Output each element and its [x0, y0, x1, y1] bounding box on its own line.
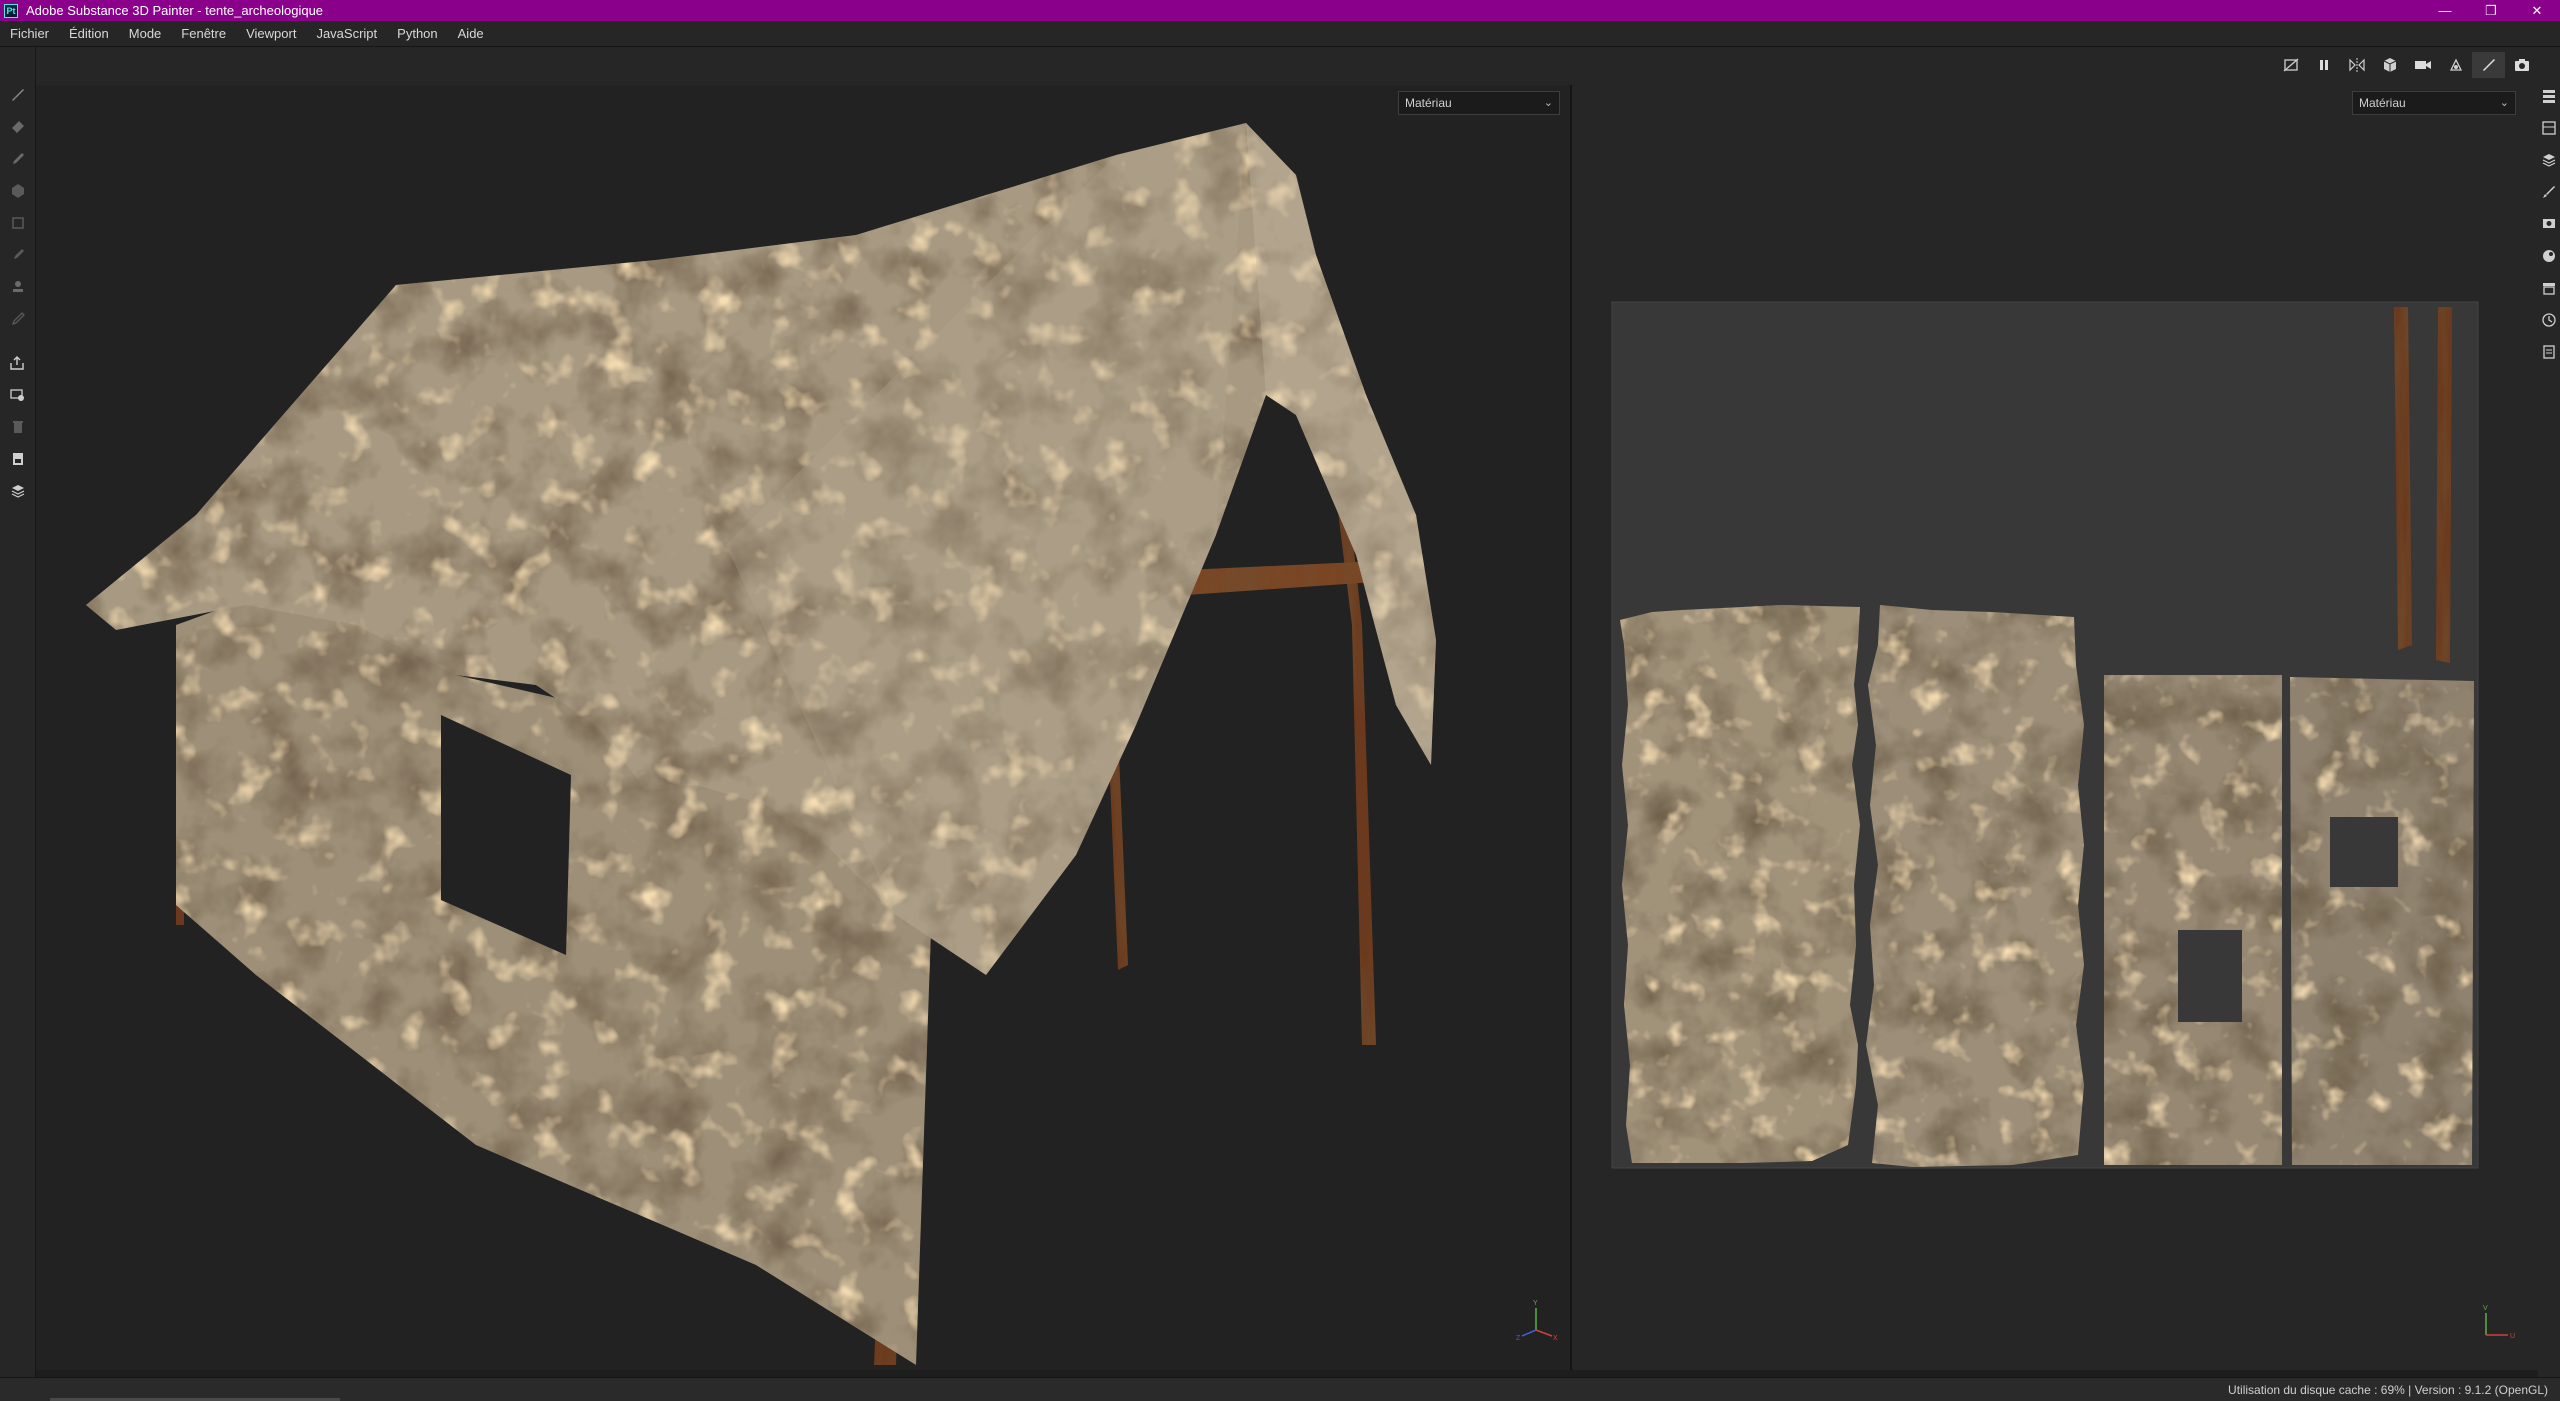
- brush-settings-icon[interactable]: [2540, 183, 2558, 201]
- texture-set-icon[interactable]: [2540, 119, 2558, 137]
- environment-icon[interactable]: [2540, 247, 2558, 265]
- eraser-icon[interactable]: [8, 117, 28, 137]
- chevron-down-icon: ⌄: [1543, 97, 1553, 109]
- window-title: Adobe Substance 3D Painter - tente_arche…: [26, 3, 324, 18]
- bake-export-icon[interactable]: [8, 353, 28, 373]
- menu-fichier[interactable]: Fichier: [0, 26, 59, 41]
- menu-python[interactable]: Python: [387, 26, 447, 41]
- smudge-icon[interactable]: [8, 245, 28, 265]
- clone-stamp-icon[interactable]: [8, 277, 28, 297]
- render-icon[interactable]: [2439, 52, 2472, 78]
- log-icon[interactable]: [2540, 343, 2558, 361]
- svg-text:Z: Z: [1516, 1335, 1521, 1342]
- left-toolbar: [0, 47, 36, 1377]
- menu-fenetre[interactable]: Fenêtre: [171, 26, 236, 41]
- paint-brush-icon[interactable]: [8, 85, 28, 105]
- app-logo-icon: Pt: [4, 3, 18, 18]
- menu-bar: Fichier Édition Mode Fenêtre Viewport Ja…: [0, 21, 2560, 47]
- save-icon[interactable]: [8, 449, 28, 469]
- title-bar: Pt Adobe Substance 3D Painter - tente_ar…: [0, 0, 2560, 21]
- svg-text:U: U: [2510, 1333, 2515, 1340]
- uv-island-2: [1866, 605, 2084, 1167]
- layers-icon[interactable]: [2540, 87, 2558, 105]
- symmetry-icon[interactable]: [2340, 52, 2373, 78]
- uv-island-4: [2290, 677, 2474, 1165]
- axis-gizmo-3d: Y X Z: [1516, 1300, 1558, 1342]
- window-controls: — ❐ ✕: [2422, 0, 2560, 21]
- uv-island-3: [2104, 675, 2282, 1165]
- menu-aide[interactable]: Aide: [448, 26, 494, 41]
- horizontal-scrollbar[interactable]: [36, 1370, 2538, 1377]
- material-picker-icon[interactable]: [8, 385, 28, 405]
- polygon-fill-icon[interactable]: [8, 213, 28, 233]
- tent-3d-model[interactable]: Y X Z: [36, 85, 1570, 1370]
- camera-icon[interactable]: [2406, 52, 2439, 78]
- hide-ui-icon[interactable]: [2274, 52, 2307, 78]
- menu-viewport[interactable]: Viewport: [236, 26, 306, 41]
- minimize-button[interactable]: —: [2422, 0, 2468, 21]
- menu-mode[interactable]: Mode: [119, 26, 172, 41]
- pause-icon[interactable]: [2307, 52, 2340, 78]
- viewport-3d[interactable]: Y X Z Matériau ⌄: [36, 85, 1570, 1370]
- 3d-view-icon[interactable]: [8, 481, 28, 501]
- stack-icon[interactable]: [2540, 151, 2558, 169]
- viewport-2d[interactable]: Matériau ⌄ V U: [1572, 85, 2538, 1370]
- display-settings-icon[interactable]: [2540, 215, 2558, 233]
- uv-window-hole: [2330, 817, 2398, 887]
- channel-select-2d[interactable]: Matériau ⌄: [2352, 91, 2516, 115]
- menu-javascript[interactable]: JavaScript: [306, 26, 387, 41]
- status-text: Utilisation du disque cache : 69% | Vers…: [2228, 1383, 2548, 1397]
- cube-icon[interactable]: [2373, 52, 2406, 78]
- shelf-icon[interactable]: [2540, 279, 2558, 297]
- svg-text:X: X: [1553, 1335, 1558, 1342]
- paint-mode-icon[interactable]: [2472, 52, 2505, 78]
- channel-select-3d[interactable]: Matériau ⌄: [1398, 91, 1560, 115]
- history-icon[interactable]: [2540, 311, 2558, 329]
- projection-icon[interactable]: [8, 149, 28, 169]
- viewport-toolbar: [2274, 52, 2538, 78]
- chevron-down-icon: ⌄: [2499, 97, 2509, 109]
- menu-edition[interactable]: Édition: [59, 26, 119, 41]
- svg-text:V: V: [2483, 1305, 2488, 1312]
- channel-select-3d-value: Matériau: [1405, 96, 1452, 110]
- status-bar: Utilisation du disque cache : 69% | Vers…: [0, 1377, 2560, 1401]
- uv-island-1: [1620, 605, 1860, 1163]
- svg-text:Y: Y: [1533, 1300, 1538, 1307]
- uv-texture-view[interactable]: V U: [1572, 85, 2538, 1370]
- top-strip: [0, 47, 2560, 85]
- maximize-button[interactable]: ❐: [2468, 0, 2514, 21]
- trash-icon[interactable]: [8, 417, 28, 437]
- right-toolbar: [2538, 85, 2560, 1377]
- close-button[interactable]: ✕: [2514, 0, 2560, 21]
- geometry-mask-icon[interactable]: [8, 181, 28, 201]
- color-picker-icon[interactable]: [8, 309, 28, 329]
- screenshot-icon[interactable]: [2505, 52, 2538, 78]
- uv-window-hole: [2178, 930, 2242, 1022]
- axis-gizmo-2d: V U: [2483, 1305, 2515, 1340]
- channel-select-2d-value: Matériau: [2359, 96, 2406, 110]
